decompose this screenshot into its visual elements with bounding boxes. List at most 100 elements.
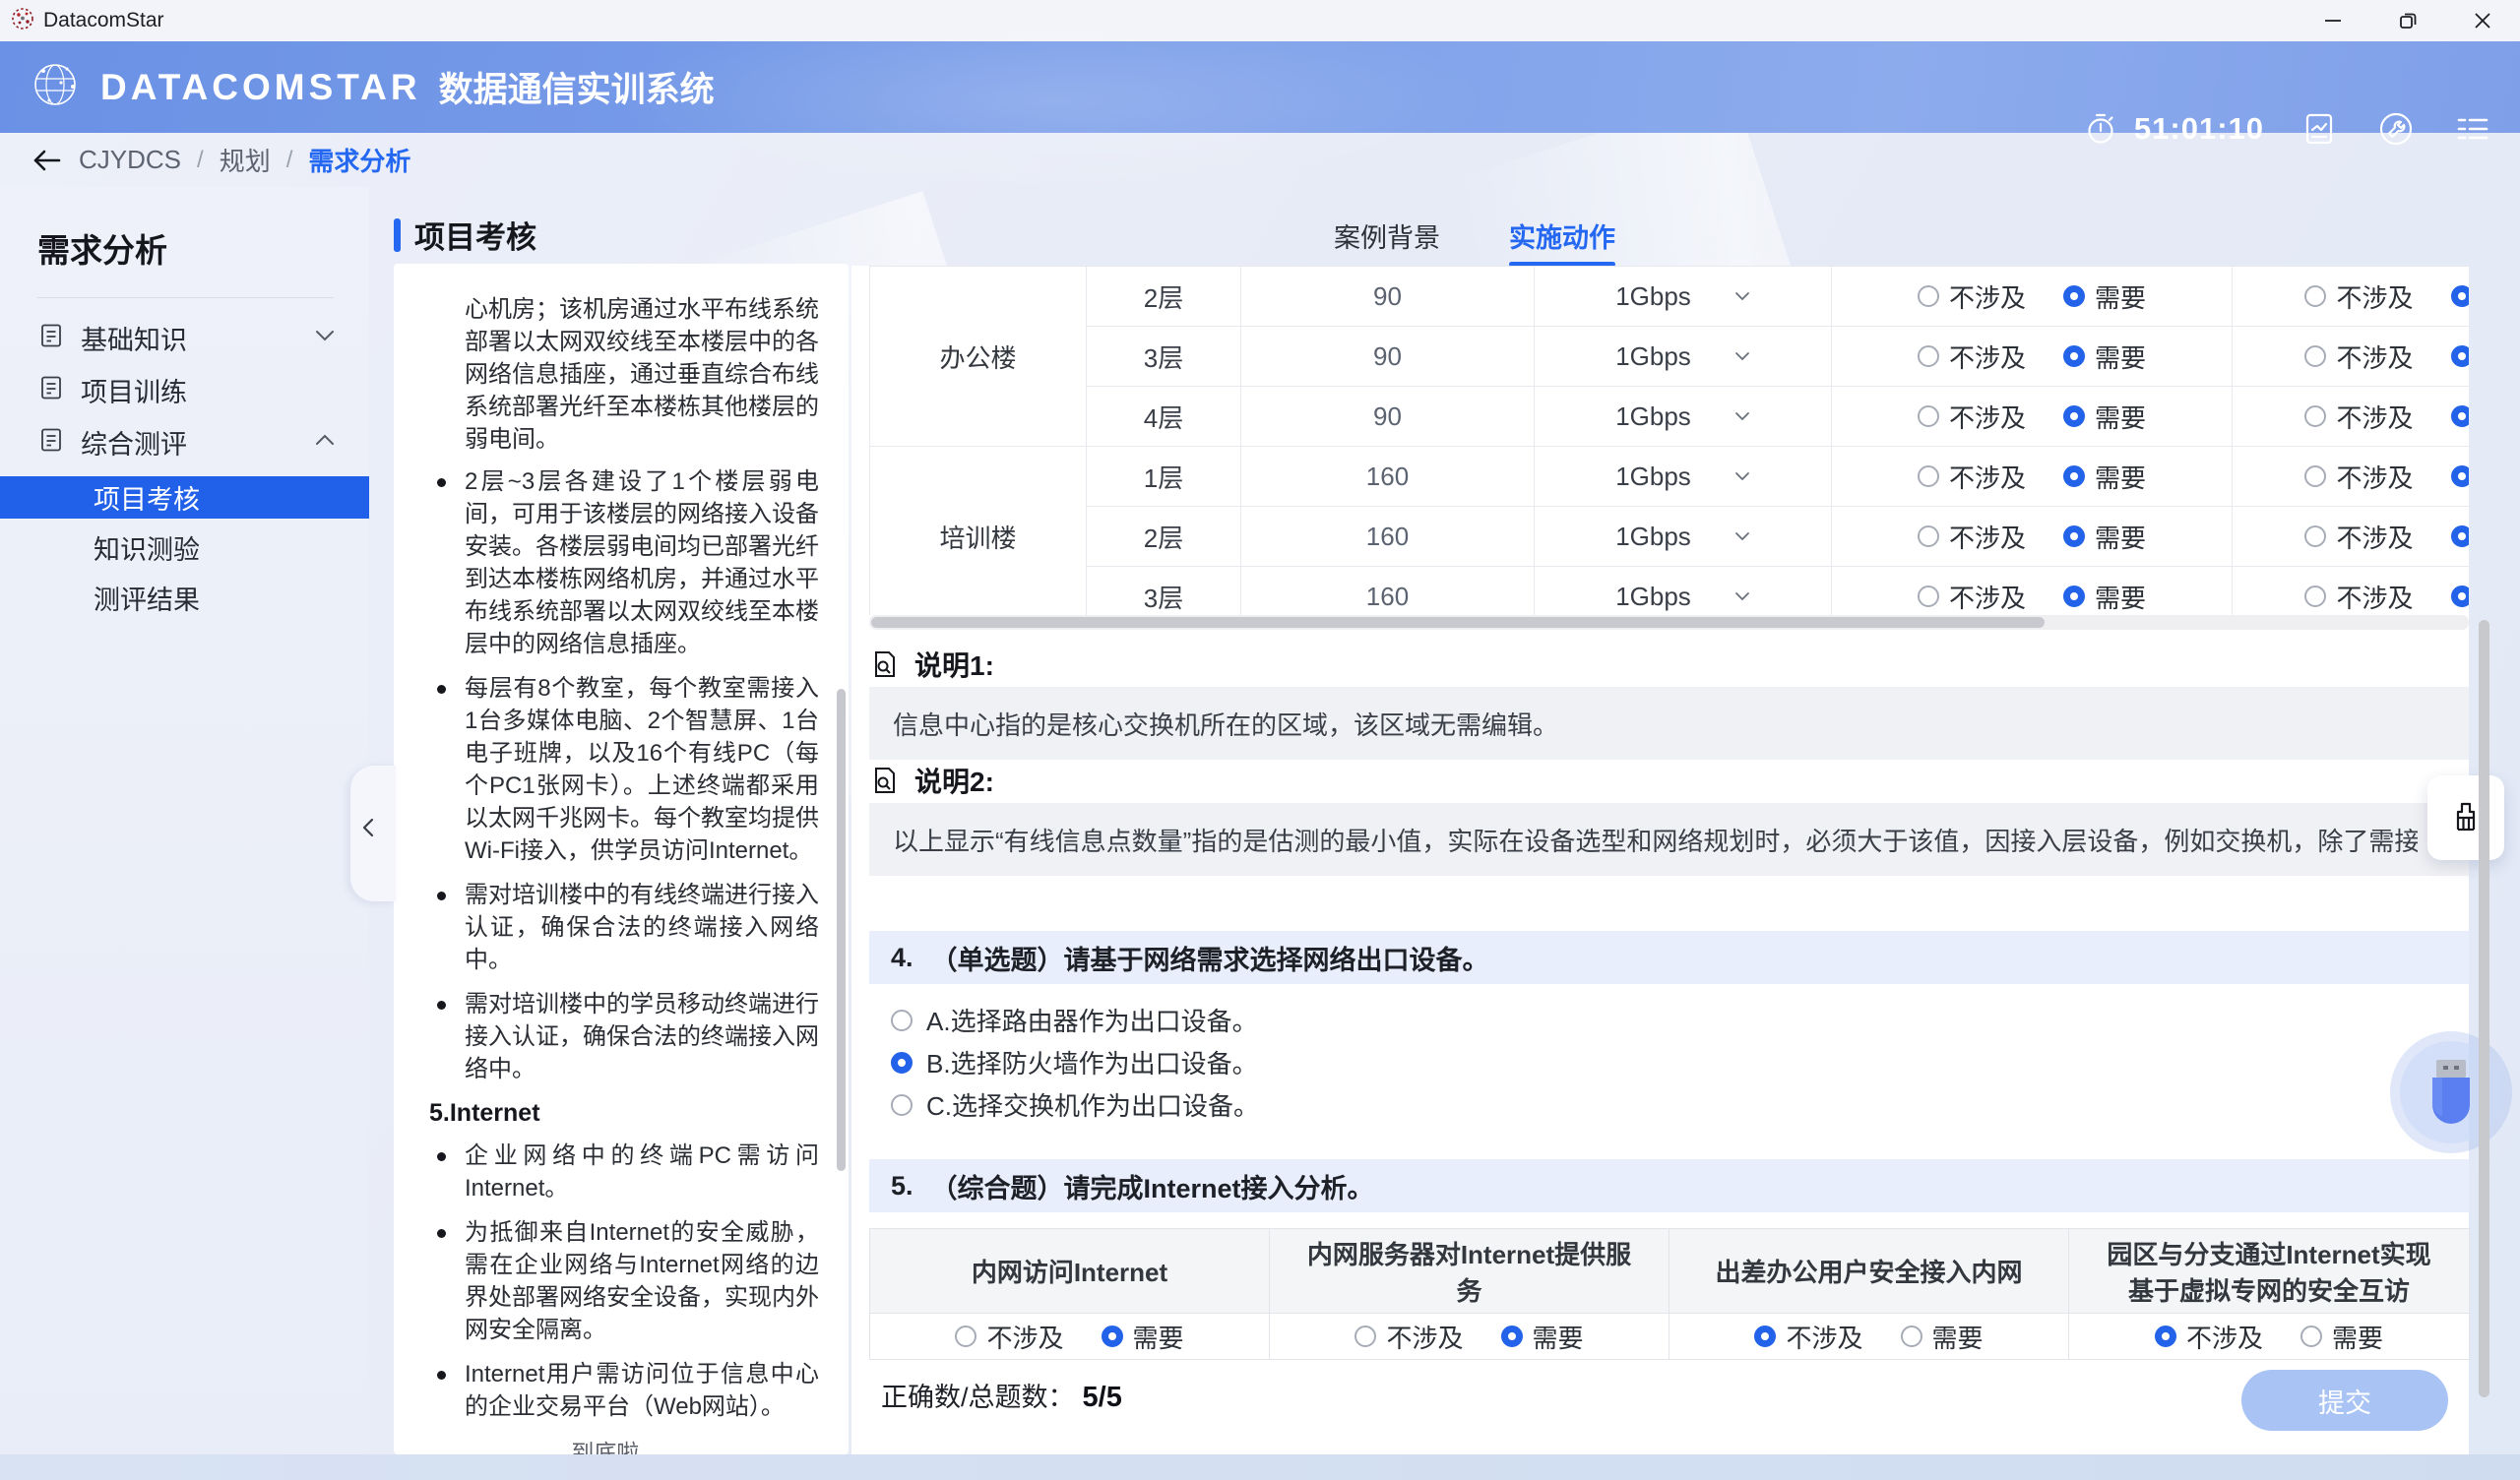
app-logo-small <box>10 6 35 36</box>
chevron-down-icon <box>314 329 336 347</box>
usb-widget[interactable] <box>2390 1031 2512 1153</box>
bandwidth-select[interactable]: 1Gbps <box>1615 582 1691 612</box>
answer-cell: 不涉及需要 <box>2069 1314 2470 1360</box>
need-cell: 不涉及需要 <box>1832 567 2233 616</box>
column-header: 出差办公用户安全接入内网 <box>1670 1229 2069 1314</box>
radio-not-involved[interactable] <box>1918 586 1939 607</box>
note2-text: 以上显示“有线信息点数量”指的是估测的最小值，实际在设备选型和网络规划时，必须大… <box>893 822 2418 858</box>
building-cell: 培训楼 <box>870 447 1087 616</box>
radio-needed[interactable] <box>2451 345 2470 367</box>
radio-needed[interactable] <box>2300 1326 2322 1347</box>
score-summary: 正确数/总题数： 5/5 <box>881 1376 1122 1414</box>
tab-case-background[interactable]: 案例背景 <box>1334 216 1440 267</box>
floor-cell: 2层 <box>1087 507 1241 567</box>
radio-not-involved[interactable] <box>2304 586 2326 607</box>
radio-not-involved[interactable] <box>1918 525 1939 547</box>
radio-needed[interactable] <box>2063 586 2085 607</box>
question-panel: 办公楼 2层 90 1Gbps 不涉及需要 不涉及需要 3层 90 1Gbps … <box>851 266 2469 1454</box>
case-bullet: 企业网络中的终端PC需访问Internet。 <box>429 1140 819 1204</box>
radio-not-involved[interactable] <box>1918 345 1939 367</box>
sidebar-subitem-project-assessment[interactable]: 项目考核 <box>0 476 369 519</box>
breadcrumb-item-current: 需求分析 <box>308 142 410 178</box>
question4-option-b[interactable]: B.选择防火墙作为出口设备。 <box>891 1044 1258 1080</box>
case-panel-scrollbar[interactable] <box>837 689 846 1171</box>
question4-option-c[interactable]: C.选择交换机作为出口设备。 <box>891 1086 1259 1123</box>
submit-button[interactable]: 提交 <box>2241 1370 2448 1431</box>
radio-not-involved[interactable] <box>1754 1326 1776 1347</box>
radio-needed[interactable] <box>2063 465 2085 487</box>
bandwidth-select[interactable]: 1Gbps <box>1615 462 1691 492</box>
need-cell-2: 不涉及需要 <box>2233 327 2470 387</box>
bandwidth-select[interactable]: 1Gbps <box>1615 401 1691 432</box>
radio-not-involved[interactable] <box>2304 285 2326 307</box>
main-vertical-scrollbar[interactable] <box>2479 620 2489 1397</box>
points-cell: 90 <box>1241 327 1535 387</box>
radio-needed[interactable] <box>2451 285 2470 307</box>
radio-not-involved[interactable] <box>2304 345 2326 367</box>
chevron-up-icon <box>314 433 336 452</box>
sidebar-item-comprehensive-evaluation[interactable]: 综合测评 <box>0 416 369 468</box>
radio-needed[interactable] <box>1901 1326 1922 1347</box>
radio-option-b[interactable] <box>891 1052 913 1074</box>
radio-needed[interactable] <box>2451 405 2470 427</box>
scrollbar-thumb[interactable] <box>871 617 2045 628</box>
sidebar-subitem-evaluation-results[interactable]: 测评结果 <box>0 577 369 619</box>
radio-needed[interactable] <box>2063 525 2085 547</box>
note2-header: 说明2: <box>869 761 994 800</box>
back-arrow-icon[interactable] <box>30 146 63 175</box>
table-row: 3层 160 1Gbps 不涉及需要 不涉及需要 <box>870 567 2470 616</box>
radio-not-involved[interactable] <box>2304 465 2326 487</box>
radio-needed[interactable] <box>1102 1326 1123 1347</box>
minimize-button[interactable] <box>2296 0 2370 41</box>
sidebar-item-basic-knowledge[interactable]: 基础知识 <box>0 312 369 364</box>
need-cell-2: 不涉及需要 <box>2233 447 2470 507</box>
question4-option-a[interactable]: A.选择路由器作为出口设备。 <box>891 1002 1258 1038</box>
end-of-content-label: 到底啦...... <box>429 1437 819 1454</box>
requirements-table: 办公楼 2层 90 1Gbps 不涉及需要 不涉及需要 3层 90 1Gbps … <box>869 266 2469 615</box>
note1-header: 说明1: <box>869 645 994 684</box>
radio-option-a[interactable] <box>891 1010 913 1031</box>
brand-name: DATACOMSTAR <box>100 67 421 108</box>
floor-cell: 4层 <box>1087 387 1241 447</box>
radio-not-involved[interactable] <box>955 1326 976 1347</box>
bandwidth-select[interactable]: 1Gbps <box>1615 522 1691 552</box>
radio-needed[interactable] <box>1501 1326 1523 1347</box>
radio-needed[interactable] <box>2451 465 2470 487</box>
breadcrumb-item-project[interactable]: CJYDCS <box>79 145 181 175</box>
question5-title: （综合题）请完成Internet接入分析。 <box>931 1167 1374 1205</box>
section-header: 项目考核 <box>394 213 536 257</box>
radio-not-involved[interactable] <box>1918 405 1939 427</box>
need-cell-2: 不涉及需要 <box>2233 567 2470 616</box>
need-cell-2: 不涉及需要 <box>2233 387 2470 447</box>
radio-needed[interactable] <box>2451 586 2470 607</box>
table-horizontal-scrollbar[interactable] <box>869 615 2469 630</box>
radio-needed[interactable] <box>2063 345 2085 367</box>
radio-needed[interactable] <box>2063 285 2085 307</box>
sidebar-subitem-knowledge-quiz[interactable]: 知识测验 <box>0 526 369 569</box>
radio-option-c[interactable] <box>891 1094 913 1116</box>
internet-analysis-table: 内网访问Internet 内网服务器对Internet提供服务 出差办公用户安全… <box>869 1228 2470 1360</box>
bandwidth-select[interactable]: 1Gbps <box>1615 281 1691 312</box>
bandwidth-select[interactable]: 1Gbps <box>1615 341 1691 372</box>
question5-header: 5. （综合题）请完成Internet接入分析。 <box>869 1159 2469 1212</box>
breadcrumb-item-planning[interactable]: 规划 <box>220 142 271 178</box>
sidebar-item-project-training[interactable]: 项目训练 <box>0 364 369 416</box>
case-bullet: Internet用户需访问位于信息中心的企业交易平台（Web网站）。 <box>429 1358 819 1423</box>
clean-tool-button[interactable] <box>2427 775 2504 860</box>
tab-implementation-actions[interactable]: 实施动作 <box>1509 216 1615 267</box>
radio-needed[interactable] <box>2451 525 2470 547</box>
app-header: DATACOMSTAR 数据通信实训系统 51:01:10 <box>0 41 2520 133</box>
radio-not-involved[interactable] <box>2304 525 2326 547</box>
radio-not-involved[interactable] <box>1918 285 1939 307</box>
radio-not-involved[interactable] <box>1354 1326 1376 1347</box>
radio-not-involved[interactable] <box>2155 1326 2176 1347</box>
note-doc-search-icon <box>869 765 901 796</box>
restore-button[interactable] <box>2370 0 2445 41</box>
radio-needed[interactable] <box>2063 405 2085 427</box>
table-answer-row: 不涉及需要 不涉及需要 不涉及需要 不涉及需要 <box>870 1314 2470 1360</box>
radio-not-involved[interactable] <box>2304 405 2326 427</box>
close-button[interactable] <box>2445 0 2520 41</box>
question5-number: 5. <box>891 1171 914 1202</box>
radio-not-involved[interactable] <box>1918 465 1939 487</box>
collapse-panel-handle[interactable] <box>350 766 396 901</box>
